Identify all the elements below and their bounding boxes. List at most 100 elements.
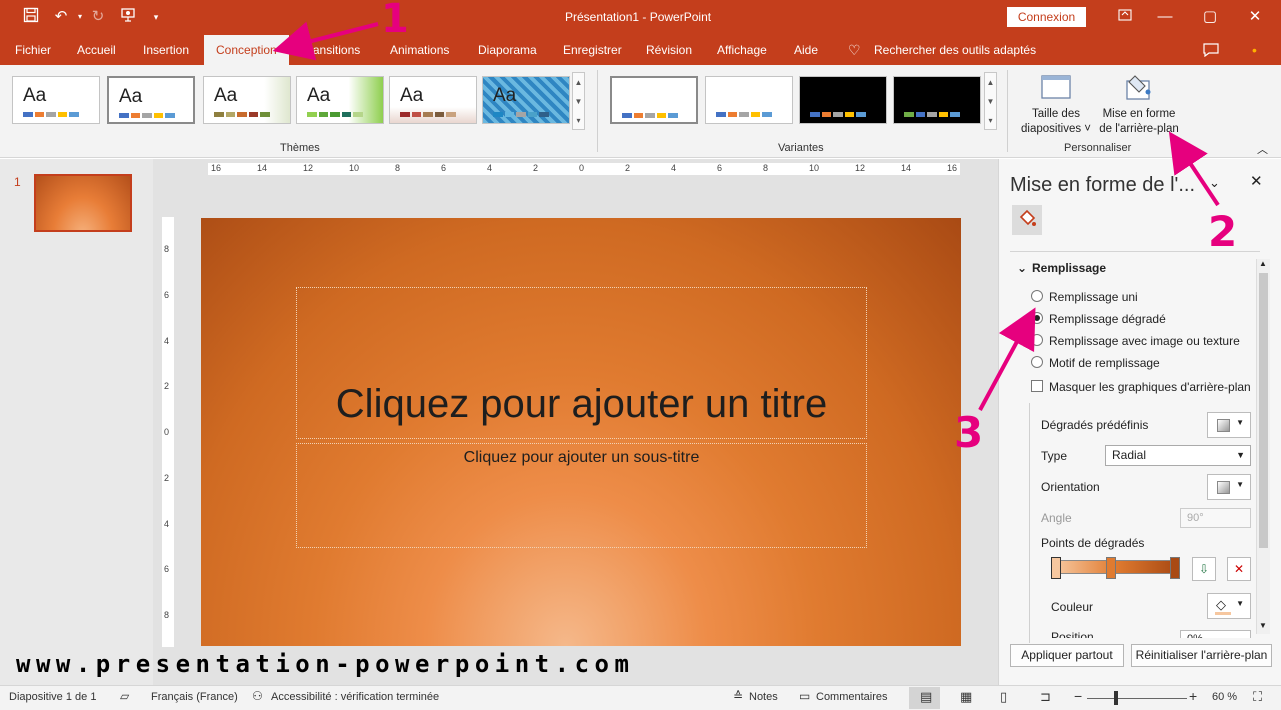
pane-scroll-thumb[interactable]: [1259, 273, 1268, 548]
pane-close-icon[interactable]: ✕: [1250, 172, 1263, 190]
accessibility-status[interactable]: Accessibilité : vérification terminée: [271, 691, 439, 703]
tab-conception[interactable]: Conception: [204, 35, 289, 65]
tab-aide[interactable]: Aide: [794, 35, 818, 65]
theme-thumbnail-4[interactable]: Aa: [296, 76, 384, 124]
maximize-icon[interactable]: ▢: [1195, 6, 1225, 28]
slide-thumbnail[interactable]: [34, 174, 132, 232]
gradient-stops-bar[interactable]: [1055, 560, 1177, 574]
themes-gallery-scroll[interactable]: ▲ ▼ ▾: [572, 72, 585, 130]
ribbon-display-icon[interactable]: [1110, 6, 1140, 28]
zoom-slider[interactable]: [1087, 698, 1187, 699]
notes-button[interactable]: Notes: [749, 691, 778, 703]
zoom-slider-thumb[interactable]: [1114, 691, 1118, 705]
variant-color-swatch: [727, 112, 738, 117]
gradient-fill-radio[interactable]: [1031, 312, 1043, 324]
undo-icon[interactable]: ↶: [51, 7, 71, 27]
picture-fill-radio[interactable]: [1031, 334, 1043, 346]
spelling-icon[interactable]: ▱: [120, 689, 129, 703]
slide-canvas[interactable]: Cliquez pour ajouter un titre Cliquez po…: [201, 218, 961, 646]
type-select[interactable]: Radial ▼: [1105, 445, 1251, 466]
add-stop-icon[interactable]: ⇩: [1192, 557, 1216, 581]
remove-stop-icon[interactable]: ✕: [1227, 557, 1251, 581]
gradient-presets-dropdown[interactable]: ▼: [1207, 412, 1251, 438]
variant-thumbnail-3[interactable]: [799, 76, 887, 124]
apply-all-button[interactable]: Appliquer partout: [1010, 644, 1124, 667]
annotation-3: 3: [954, 408, 984, 457]
gradient-stop-2[interactable]: [1106, 557, 1116, 579]
reset-background-button[interactable]: Réinitialiser l'arrière-plan: [1131, 644, 1272, 667]
pattern-fill-label[interactable]: Motif de remplissage: [1049, 356, 1160, 370]
subtitle-placeholder[interactable]: Cliquez pour ajouter un sous-titre: [296, 443, 867, 548]
tab-enregistrer[interactable]: Enregistrer: [563, 35, 622, 65]
ruler-tick-label: 10: [809, 163, 820, 173]
tab-transitions[interactable]: Transitions: [302, 35, 360, 65]
tab-diaporama[interactable]: Diaporama: [478, 35, 537, 65]
variant-thumbnail-2[interactable]: [705, 76, 793, 124]
tab-accueil[interactable]: Accueil: [77, 35, 116, 65]
accessibility-icon[interactable]: ⚇: [252, 689, 263, 703]
format-background-icon: [1123, 73, 1155, 106]
solid-fill-radio[interactable]: [1031, 290, 1043, 302]
picture-fill-label[interactable]: Remplissage avec image ou texture: [1049, 334, 1240, 348]
zoom-level[interactable]: 60 %: [1212, 691, 1237, 703]
slideshow-icon[interactable]: ⊐: [1040, 689, 1051, 705]
hide-background-checkbox[interactable]: [1031, 380, 1043, 392]
hide-background-label[interactable]: Masquer les graphiques d'arrière-plan: [1049, 380, 1251, 394]
pane-options-icon[interactable]: ⌄: [1209, 175, 1220, 191]
language[interactable]: Français (France): [151, 691, 238, 703]
zoom-out-icon[interactable]: −: [1074, 688, 1082, 704]
fill-section-chevron-icon[interactable]: ⌄: [1017, 261, 1027, 275]
tab-affichage[interactable]: Affichage: [717, 35, 767, 65]
normal-view-icon[interactable]: ▤: [920, 689, 932, 705]
close-icon[interactable]: ✕: [1240, 6, 1270, 28]
orientation-dropdown[interactable]: ▼: [1207, 474, 1251, 500]
ruler-tick-label: 12: [855, 163, 866, 173]
comments-icon[interactable]: [1203, 35, 1219, 65]
undo-dropdown-icon[interactable]: ▾: [70, 7, 90, 27]
tab-fichier[interactable]: Fichier: [15, 35, 51, 65]
minimize-icon[interactable]: —: [1150, 6, 1180, 28]
slide-sorter-icon[interactable]: ▦: [960, 689, 972, 705]
color-dropdown[interactable]: ◇ ▼: [1207, 593, 1251, 619]
fill-section-header[interactable]: Remplissage: [1032, 261, 1106, 275]
position-spinner[interactable]: 0%: [1180, 630, 1251, 638]
tab-revision[interactable]: Révision: [646, 35, 692, 65]
redo-icon[interactable]: ↻: [88, 7, 108, 27]
theme-color-swatch: [307, 112, 317, 117]
variants-gallery-scroll[interactable]: ▲ ▼ ▾: [984, 72, 997, 130]
variant-thumbnail-1[interactable]: [610, 76, 698, 124]
theme-thumbnail-2[interactable]: Aa: [107, 76, 195, 124]
connexion-button[interactable]: Connexion: [1007, 7, 1086, 27]
angle-spinner[interactable]: 90°: [1180, 508, 1251, 528]
slide-size-button[interactable]: Taille des diapositives ˅: [1017, 69, 1095, 141]
variant-thumbnail-4[interactable]: [893, 76, 981, 124]
ruler-tick-label: 4: [164, 518, 170, 529]
tab-insertion[interactable]: Insertion: [143, 35, 189, 65]
save-icon[interactable]: [21, 7, 41, 27]
solid-fill-label[interactable]: Remplissage uni: [1049, 290, 1138, 304]
format-background-button[interactable]: Mise en forme de l'arrière-plan: [1096, 69, 1182, 141]
theme-thumbnail-1[interactable]: Aa: [12, 76, 100, 124]
pane-scrollbar[interactable]: ▲ ▼: [1256, 259, 1270, 634]
theme-color-swatch: [46, 112, 56, 117]
fit-slide-icon[interactable]: ⛶: [1253, 689, 1262, 705]
comments-button[interactable]: Commentaires: [816, 691, 888, 703]
comment-icon[interactable]: ▭: [799, 689, 810, 703]
pattern-fill-radio[interactable]: [1031, 356, 1043, 368]
zoom-in-icon[interactable]: +: [1189, 688, 1197, 704]
fill-tab-icon[interactable]: [1012, 205, 1042, 235]
notes-icon[interactable]: ≙: [733, 689, 743, 703]
present-icon[interactable]: [118, 7, 138, 27]
search-tools[interactable]: Rechercher des outils adaptés: [874, 35, 1036, 65]
reading-view-icon[interactable]: ▯: [1000, 689, 1007, 705]
gradient-fill-label[interactable]: Remplissage dégradé: [1049, 312, 1166, 326]
customize-qat-icon[interactable]: ▾: [146, 7, 166, 27]
variant-color-bars: [904, 112, 960, 117]
theme-thumbnail-5[interactable]: Aa: [389, 76, 477, 124]
gradient-stop-1[interactable]: [1051, 557, 1061, 579]
title-placeholder[interactable]: Cliquez pour ajouter un titre: [296, 287, 867, 439]
collapse-ribbon-icon[interactable]: ︿: [1257, 141, 1268, 157]
gradient-stop-3[interactable]: [1170, 557, 1180, 579]
theme-thumbnail-6[interactable]: Aa: [482, 76, 570, 124]
theme-thumbnail-3[interactable]: Aa: [203, 76, 291, 124]
